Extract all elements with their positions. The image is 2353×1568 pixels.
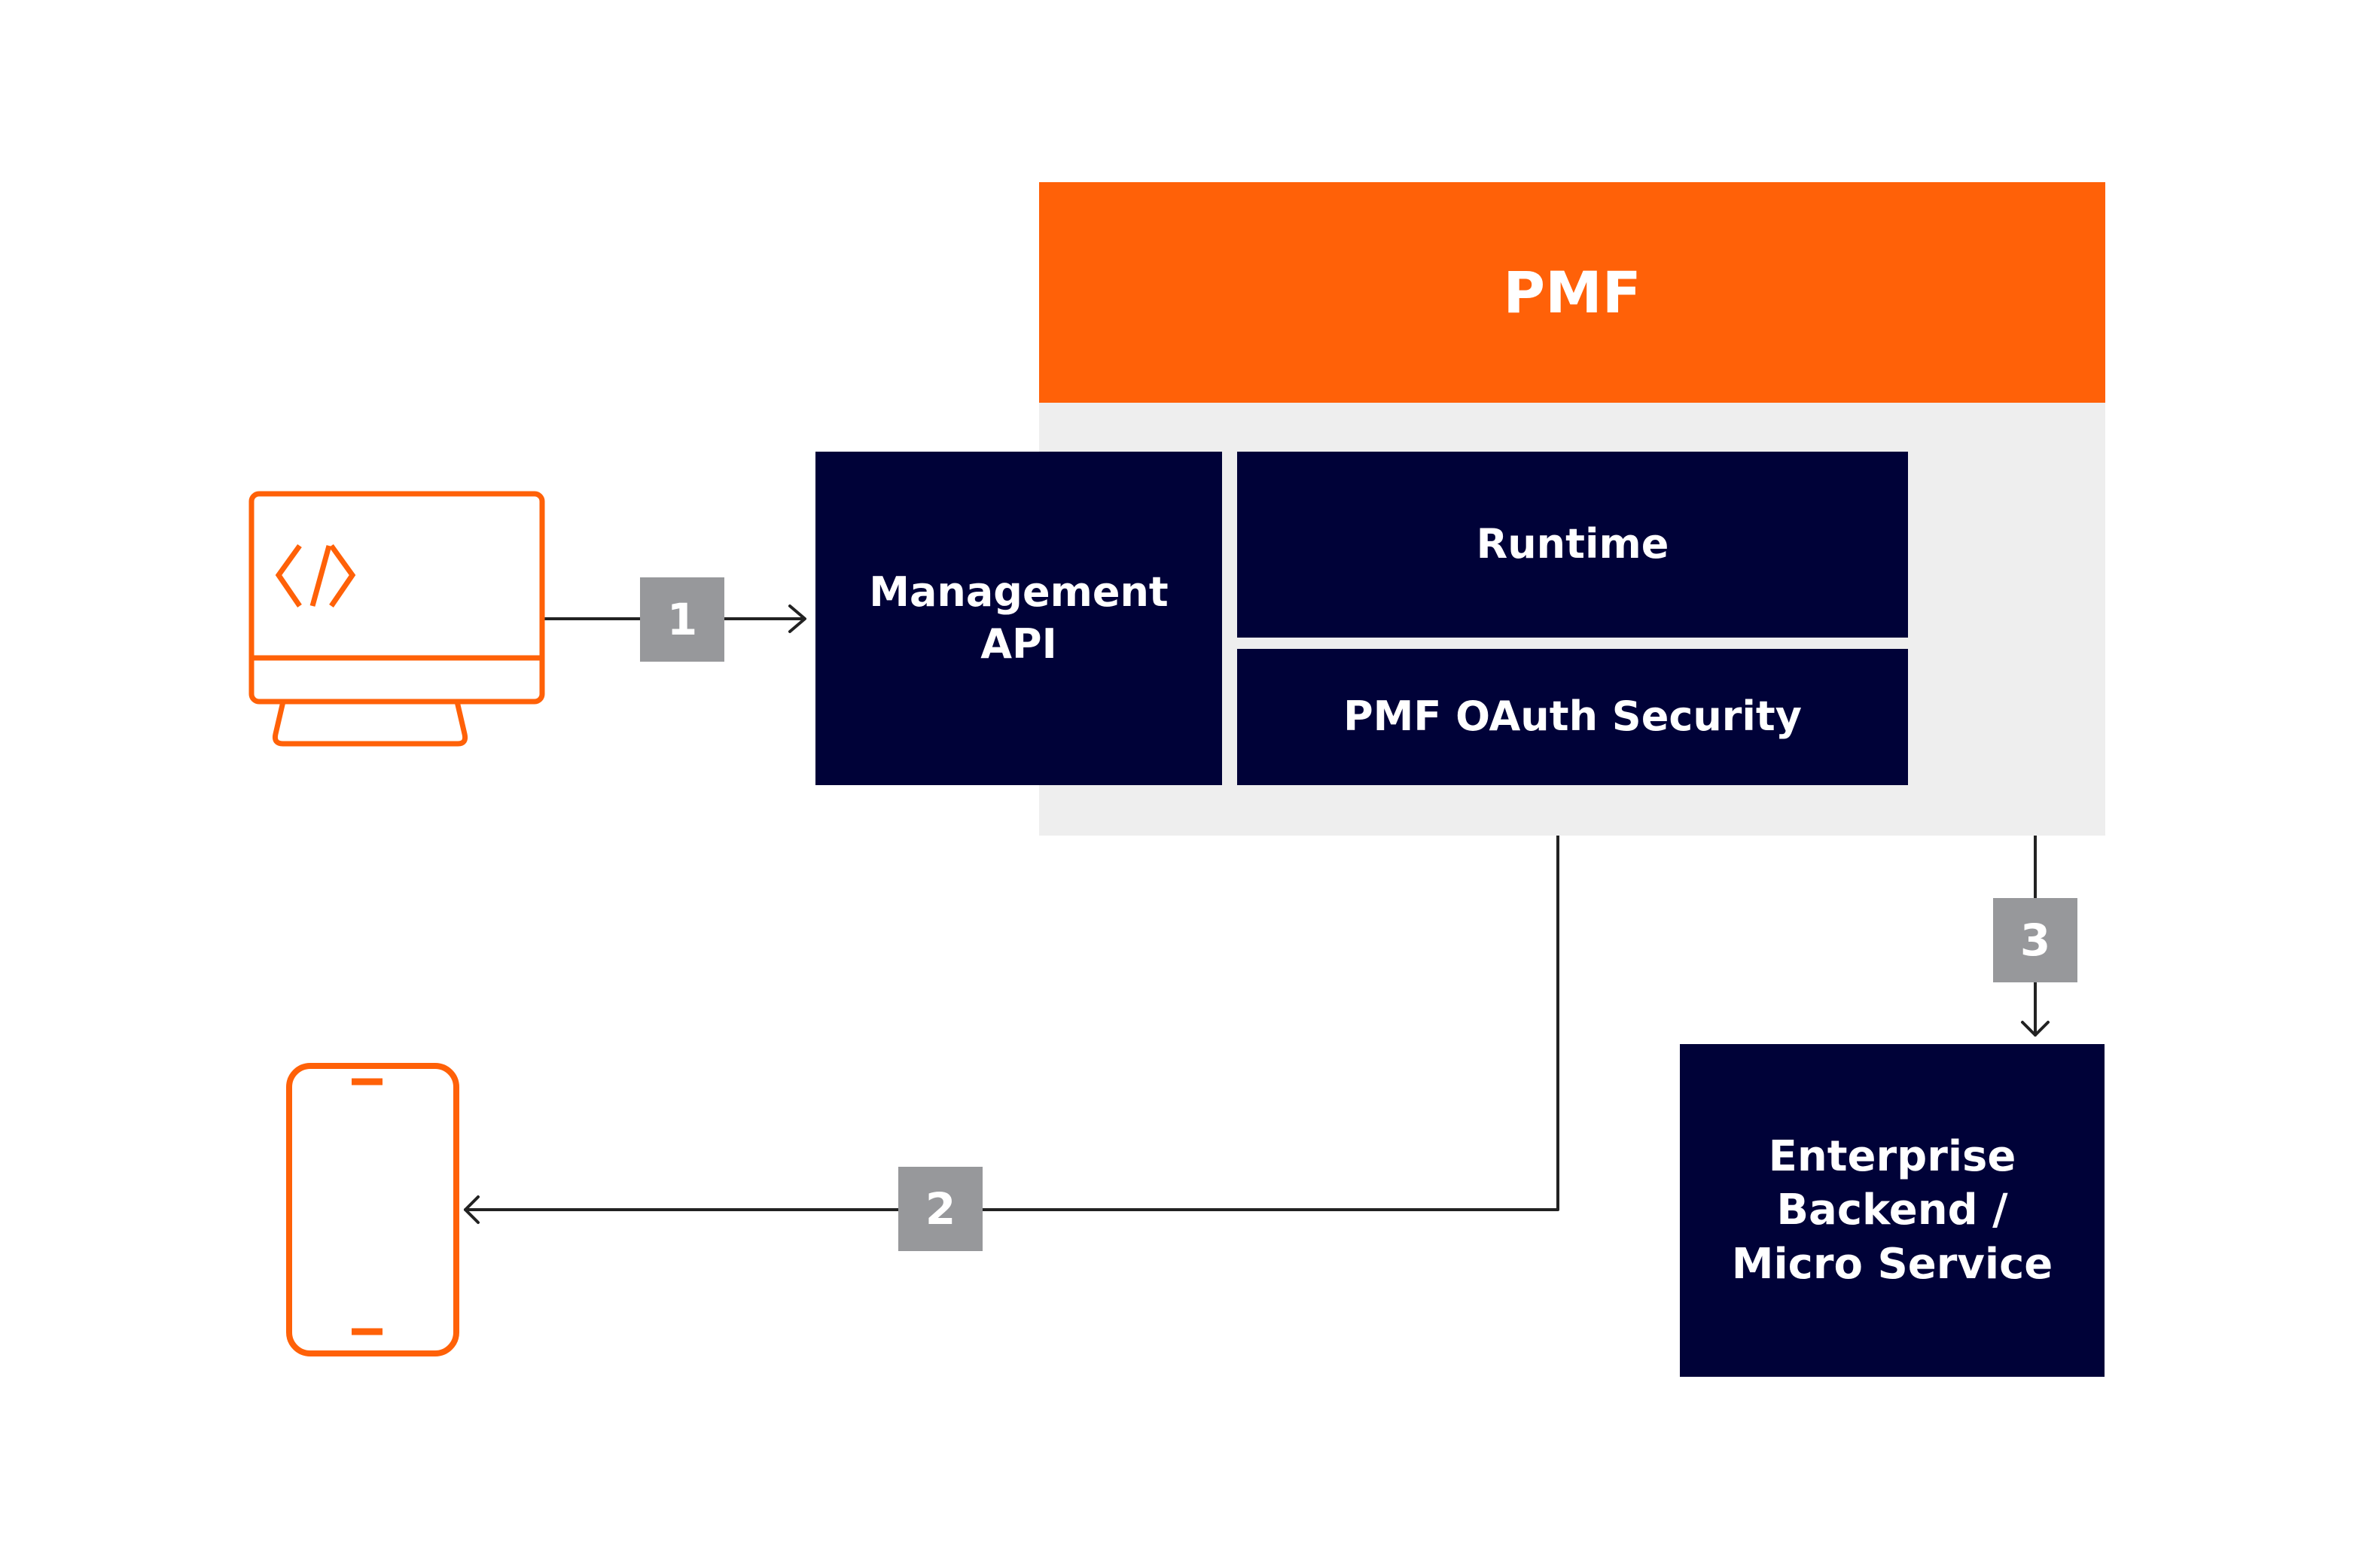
runtime-label: Runtime <box>1476 520 1669 568</box>
smartphone-icon <box>286 1063 459 1356</box>
oauth-security-label: PMF OAuth Security <box>1343 693 1802 741</box>
step-badge-1-label: 1 <box>666 594 698 645</box>
enterprise-backend-label: Enterprise Backend / Micro Service <box>1731 1132 2053 1289</box>
enterprise-backend-box: Enterprise Backend / Micro Service <box>1680 1044 2105 1377</box>
runtime-box: Runtime <box>1237 452 1908 638</box>
step-badge-3: 3 <box>1993 898 2077 982</box>
pmf-header: PMF <box>1039 182 2105 403</box>
oauth-security-box: PMF OAuth Security <box>1237 649 1908 785</box>
management-api-label: Management API <box>869 568 1169 668</box>
step-badge-3-label: 3 <box>2019 915 2051 966</box>
step-badge-2: 2 <box>898 1167 983 1251</box>
step-badge-2-label: 2 <box>925 1183 956 1235</box>
monitor-code-icon <box>248 491 545 747</box>
pmf-title: PMF <box>1503 259 1641 326</box>
connector-2 <box>464 784 1559 1211</box>
management-api-box: Management API <box>815 452 1222 785</box>
step-badge-1: 1 <box>640 577 724 662</box>
